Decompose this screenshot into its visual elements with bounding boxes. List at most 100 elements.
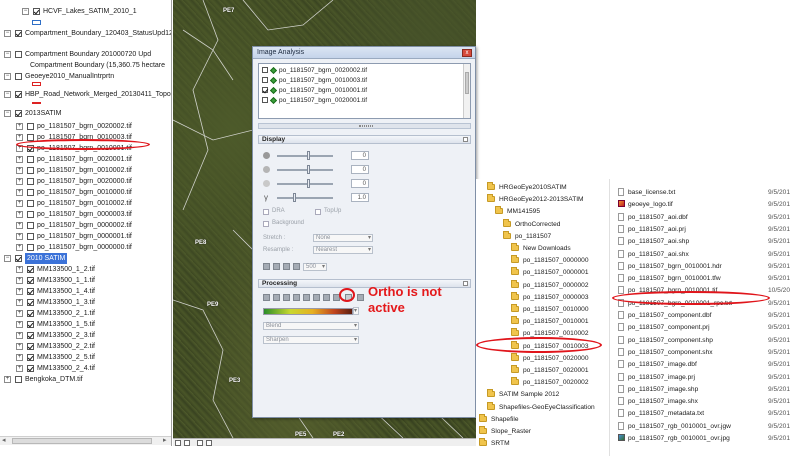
file-row[interactable]: po_1181507_image.prj 9/5/201 <box>618 372 800 383</box>
folder-tree-item[interactable]: po_1181507_0020001 <box>510 365 601 376</box>
brightness-value[interactable]: 0 <box>351 151 369 160</box>
slider-track[interactable] <box>277 155 333 157</box>
layer-visibility-checkbox[interactable] <box>27 288 34 295</box>
file-row[interactable]: po_1181507_aoi.shp 9/5/201 <box>618 236 800 247</box>
layer-row[interactable]: + Bengkoka_DTM.tif <box>0 374 171 385</box>
layer-row[interactable]: + po_1181507_bgrn_0020000.tif <box>0 176 171 187</box>
expand-toggle-icon[interactable]: + <box>16 200 23 207</box>
expand-toggle-icon[interactable]: + <box>16 178 23 185</box>
scroll-left-icon[interactable]: ◂ <box>2 437 6 445</box>
slider-track[interactable] <box>277 169 333 171</box>
blend-dropdown[interactable]: Blend <box>263 322 359 330</box>
composite-icon[interactable] <box>323 294 330 301</box>
folder-tree-item[interactable]: Shapefiles-GeoEyeClassification <box>486 401 601 413</box>
file-row[interactable]: geoeye_logo.tif 9/5/201 <box>618 199 800 210</box>
layer-row[interactable]: − HBP_Road_Network_Merged_20130411_Topol <box>0 89 171 100</box>
layer-row[interactable]: + po_1181507_bgrn_0010002.tif <box>0 198 171 209</box>
file-row[interactable]: po_1181507_component.dbf 9/5/201 <box>618 310 800 321</box>
expand-toggle-icon[interactable]: − <box>4 30 11 37</box>
slider-track[interactable] <box>277 197 333 199</box>
folder-tree-item[interactable]: po_1181507 <box>502 230 601 242</box>
layer-visibility-checkbox[interactable] <box>33 8 40 15</box>
layer-visibility-checkbox[interactable] <box>27 211 34 218</box>
scrollbar-thumb[interactable] <box>465 72 469 94</box>
folder-tree-item[interactable]: New Downloads <box>510 243 601 254</box>
layer-row[interactable]: − 2013SATIM <box>0 108 171 119</box>
layer-visibility-checkbox[interactable] <box>27 365 34 372</box>
folder-tree-item[interactable]: SRTM <box>478 438 601 449</box>
layer-visibility-checkbox[interactable] <box>27 200 34 207</box>
layer-row[interactable]: + po_1181507_bgrn_0000002.tif <box>0 220 171 231</box>
file-row[interactable]: po_1181507_image.dbf 9/5/201 <box>618 359 800 370</box>
layer-visibility-checkbox[interactable] <box>15 51 22 58</box>
layer-visibility-checkbox[interactable] <box>27 244 34 251</box>
expand-toggle-icon[interactable]: + <box>16 156 23 163</box>
layer-row[interactable]: + MM133500_2_4.tif <box>0 363 171 374</box>
dra-checkbox[interactable] <box>263 209 269 215</box>
layer-row[interactable]: + MM133500_1_3.tif <box>0 297 171 308</box>
expand-toggle-icon[interactable]: − <box>4 73 11 80</box>
folder-tree-item[interactable]: po_1181507_0000000 <box>510 255 601 266</box>
folder-tree-item[interactable]: SATIM Sample 2012 <box>486 389 601 400</box>
raster-checkbox[interactable] <box>262 87 268 93</box>
layer-visibility-checkbox[interactable] <box>27 299 34 306</box>
collapse-icon[interactable] <box>463 137 468 142</box>
layer-row[interactable]: + po_1181507_bgrn_0020001.tif <box>0 154 171 165</box>
clip-icon[interactable] <box>263 294 270 301</box>
expand-toggle-icon[interactable]: + <box>16 233 23 240</box>
folder-tree-item[interactable]: po_1181507_0000001 <box>510 267 601 278</box>
file-row[interactable]: po_1181507_component.shx 9/5/201 <box>618 347 800 358</box>
layer-visibility-checkbox[interactable] <box>15 73 22 80</box>
layer-visibility-checkbox[interactable] <box>27 167 34 174</box>
expand-toggle-icon[interactable]: + <box>16 222 23 229</box>
slider-knob[interactable] <box>307 165 310 174</box>
toc-horizontal-scrollbar[interactable]: ◂ ▸ <box>0 436 171 445</box>
layer-row[interactable]: + po_1181507_bgrn_0000000.tif <box>0 242 171 253</box>
close-icon[interactable]: x <box>462 49 472 57</box>
layer-visibility-checkbox[interactable] <box>27 343 34 350</box>
layer-row[interactable]: Compartment Boundary (15,360.75 hectare <box>0 60 171 71</box>
layer-visibility-checkbox[interactable] <box>27 266 34 273</box>
folder-tree-item[interactable]: po_1181507_0010001 <box>510 316 601 327</box>
colormap-ramp[interactable] <box>263 308 353 315</box>
topup-checkbox[interactable] <box>315 209 321 215</box>
expand-toggle-icon[interactable]: + <box>4 376 11 383</box>
expand-toggle-icon[interactable]: + <box>16 167 23 174</box>
layer-visibility-checkbox[interactable] <box>27 123 34 130</box>
stretch-dropdown[interactable]: None <box>313 234 373 242</box>
layer-visibility-checkbox[interactable] <box>27 277 34 284</box>
gamma-value[interactable]: 1.0 <box>351 193 369 202</box>
layer-visibility-checkbox[interactable] <box>15 91 22 98</box>
raster-checkbox[interactable] <box>262 97 268 103</box>
colormap-dropdown[interactable] <box>353 307 359 315</box>
expand-toggle-icon[interactable]: + <box>16 211 23 218</box>
expand-toggle-icon[interactable]: + <box>16 266 23 273</box>
layer-visibility-checkbox[interactable] <box>27 178 34 185</box>
layer-row[interactable]: + MM133500_2_1.tif <box>0 308 171 319</box>
zoom-level[interactable]: 500 <box>303 263 327 271</box>
swipe-icon[interactable] <box>283 263 290 270</box>
file-row[interactable]: po_1181507_aoi.prj 9/5/201 <box>618 224 800 235</box>
folder-tree-item[interactable]: OrthoCorrected <box>502 218 601 230</box>
grip-icon[interactable] <box>359 125 373 127</box>
layer-visibility-checkbox[interactable] <box>27 310 34 317</box>
layer-row[interactable]: + MM133500_2_3.tif <box>0 330 171 341</box>
layer-visibility-checkbox[interactable] <box>27 233 34 240</box>
mask-icon[interactable] <box>273 294 280 301</box>
raster-layer-list[interactable]: po_1181507_bgrn_0020002.tif po_1181507_bg… <box>258 63 471 119</box>
slider-track[interactable] <box>277 183 333 185</box>
flip-icon[interactable] <box>273 263 280 270</box>
scroll-right-icon[interactable]: ▸ <box>163 437 167 445</box>
file-row[interactable]: po_1181507_component.prj 9/5/201 <box>618 322 800 333</box>
layer-visibility-checkbox[interactable] <box>15 255 22 262</box>
contrast-value[interactable]: 0 <box>351 165 369 174</box>
layer-row[interactable]: − Geoeye2010_ManualIntrprtn <box>0 71 171 82</box>
layer-row[interactable]: + MM133500_2_5.tif <box>0 352 171 363</box>
folder-tree-item[interactable]: po_1181507_0010000 <box>510 304 601 315</box>
raster-checkbox[interactable] <box>262 77 268 83</box>
rotate-icon[interactable] <box>263 263 270 270</box>
folder-tree-item[interactable]: MM141595 <box>494 206 601 217</box>
expand-toggle-icon[interactable]: − <box>4 51 11 58</box>
layer-visibility-checkbox[interactable] <box>27 332 34 339</box>
layer-row[interactable]: + po_1181507_bgrn_0010000.tif <box>0 187 171 198</box>
